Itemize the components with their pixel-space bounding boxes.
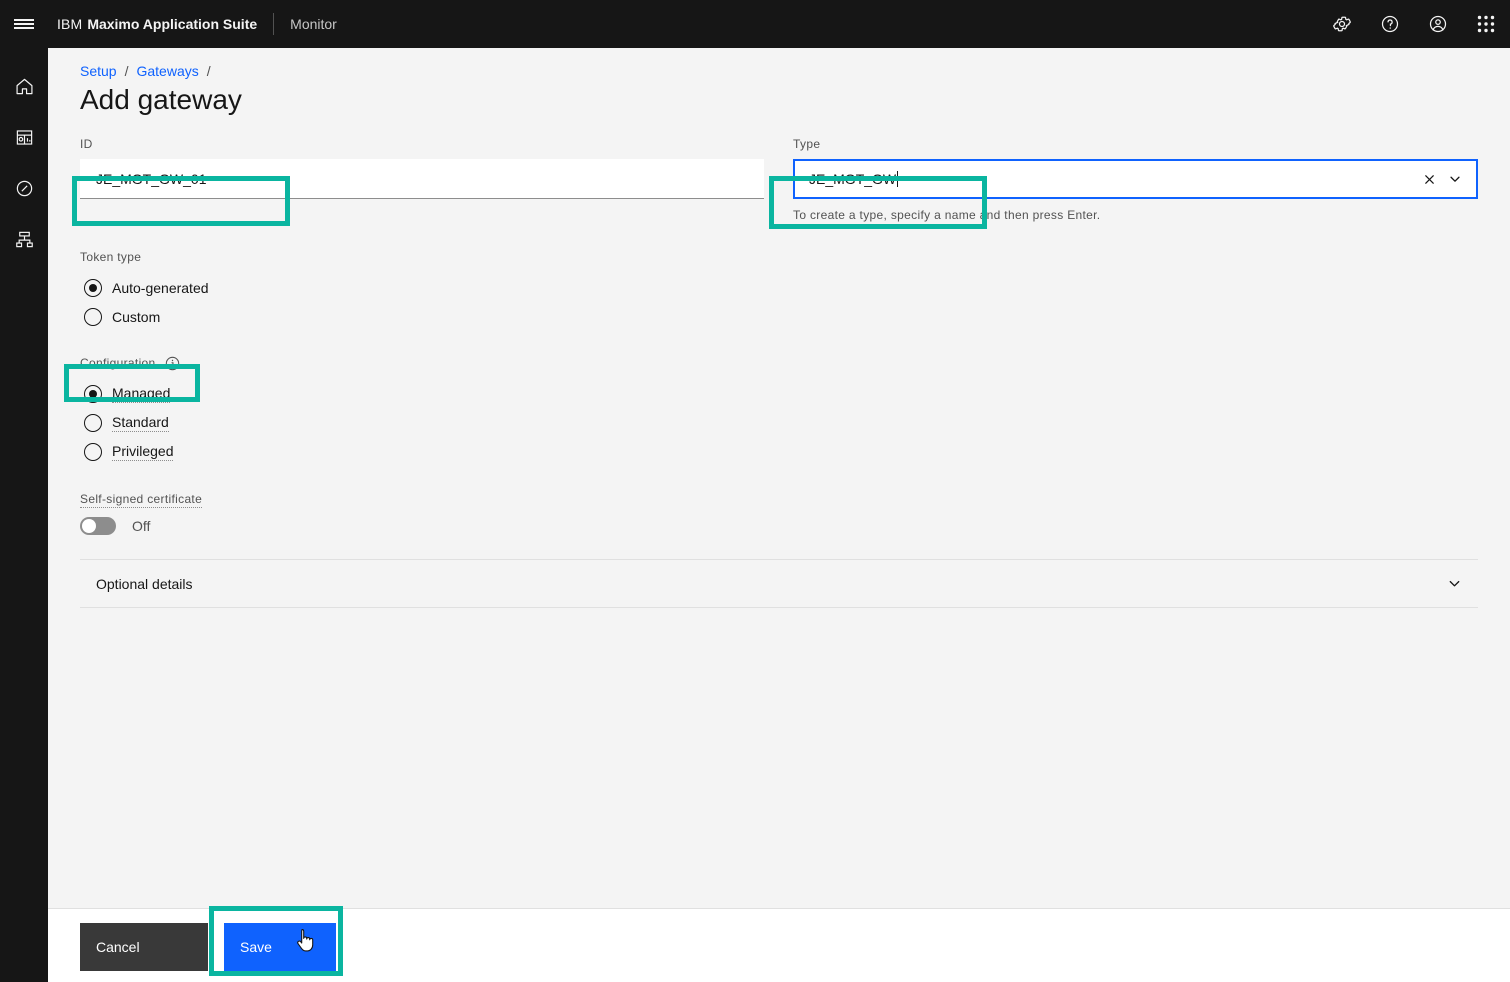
app-switcher-icon[interactable] (1462, 0, 1510, 48)
radio-label-privileged: Privileged (112, 443, 174, 461)
app-header: IBM Maximo Application Suite Monitor (0, 0, 1510, 48)
product-name: Monitor (290, 16, 337, 32)
breadcrumb-separator: / (206, 63, 211, 79)
devices-icon (15, 230, 34, 249)
user-avatar-icon[interactable] (1414, 0, 1462, 48)
type-combobox[interactable]: JE_MGT_GW (793, 159, 1478, 199)
sidebar-item-home[interactable] (0, 70, 48, 102)
chevron-down-icon[interactable] (1442, 159, 1468, 199)
text-caret (897, 171, 899, 187)
sidebar-item-dashboards[interactable] (0, 121, 48, 153)
dashboard-icon (15, 128, 34, 147)
save-button[interactable]: Save (224, 923, 336, 971)
radio-label-managed: Managed (112, 385, 171, 403)
configuration-label: Configuration (80, 355, 1478, 371)
type-combobox-value: JE_MGT_GW (809, 171, 897, 187)
cancel-button[interactable]: Cancel (80, 923, 208, 971)
radio-button-auto-generated[interactable] (84, 278, 102, 297)
radio-token-auto-generated[interactable]: Auto-generated (80, 273, 1478, 302)
configuration-group: Configuration Managed Standard Privilege… (80, 355, 1478, 466)
radio-button-managed[interactable] (84, 384, 102, 403)
breadcrumb-item-setup[interactable]: Setup (80, 62, 117, 80)
brand-prefix: IBM (57, 16, 83, 32)
self-signed-certificate-group: Self-signed certificate Off (80, 490, 1478, 535)
close-icon[interactable] (1416, 159, 1442, 199)
self-signed-certificate-label: Self-signed certificate (80, 492, 203, 508)
radio-label-auto-generated: Auto-generated (112, 279, 209, 296)
configuration-label-text: Configuration (80, 356, 156, 370)
breadcrumb-item-gateways[interactable]: Gateways (136, 62, 198, 80)
radio-config-standard[interactable]: Standard (80, 408, 1478, 437)
menu-bar (14, 19, 34, 21)
form-footer: Cancel Save (48, 908, 1510, 982)
type-combobox-actions (1416, 159, 1468, 199)
sidebar-item-explore[interactable] (0, 172, 48, 204)
radio-token-custom[interactable]: Custom (80, 302, 1478, 331)
breadcrumb-separator: / (124, 63, 129, 79)
self-signed-toggle-row: Off (80, 517, 1478, 535)
optional-details-header[interactable]: Optional details (80, 560, 1478, 607)
explore-icon (15, 179, 34, 198)
menu-bar (14, 23, 34, 25)
id-field-label: ID (80, 137, 93, 151)
token-type-label: Token type (80, 249, 1478, 265)
breadcrumb: Setup / Gateways / (80, 48, 1478, 79)
help-icon[interactable] (1366, 0, 1414, 48)
self-signed-toggle[interactable] (80, 517, 116, 535)
page-title: Add gateway (80, 84, 242, 115)
token-type-label-text: Token type (80, 250, 142, 264)
self-signed-toggle-state: Off (132, 518, 151, 534)
id-field-group: ID JE_MGT_GW_01 (80, 136, 765, 223)
home-icon (15, 77, 34, 96)
type-field-helper-text: To create a type, specify a name and the… (793, 208, 1101, 222)
information-icon[interactable] (165, 356, 180, 371)
menu-bar (14, 27, 34, 29)
id-input[interactable]: JE_MGT_GW_01 (80, 159, 765, 199)
brand-divider (273, 13, 275, 35)
optional-details-accordion: Optional details (80, 559, 1478, 608)
brand-name: Maximo Application Suite (87, 16, 258, 32)
form-top-row: ID JE_MGT_GW_01 Type JE_MGT_GW To create… (80, 136, 1478, 223)
id-input-value: JE_MGT_GW_01 (96, 170, 207, 187)
radio-label-custom: Custom (112, 308, 161, 325)
left-nav-rail (0, 48, 48, 982)
sidebar-item-setup[interactable] (0, 223, 48, 255)
radio-button-custom[interactable] (84, 307, 102, 326)
gear-icon[interactable] (1318, 0, 1366, 48)
type-field-label: Type (793, 137, 821, 151)
hamburger-menu-icon[interactable] (0, 0, 48, 48)
radio-config-privileged[interactable]: Privileged (80, 437, 1478, 466)
chevron-down-icon[interactable] (1447, 576, 1462, 591)
radio-button-privileged[interactable] (84, 442, 102, 461)
radio-config-managed[interactable]: Managed (80, 379, 1478, 408)
header-actions (1318, 0, 1510, 48)
radio-label-standard: Standard (112, 414, 169, 432)
type-field-group: Type JE_MGT_GW To create a type, specify… (793, 136, 1478, 223)
optional-details-label: Optional details (96, 575, 193, 592)
radio-button-standard[interactable] (84, 413, 102, 432)
main-content: Setup / Gateways / Add gateway ID JE_MGT… (48, 48, 1510, 908)
token-type-group: Token type Auto-generated Custom (80, 249, 1478, 331)
brand-area[interactable]: IBM Maximo Application Suite Monitor (57, 0, 337, 48)
toggle-knob (82, 519, 96, 533)
